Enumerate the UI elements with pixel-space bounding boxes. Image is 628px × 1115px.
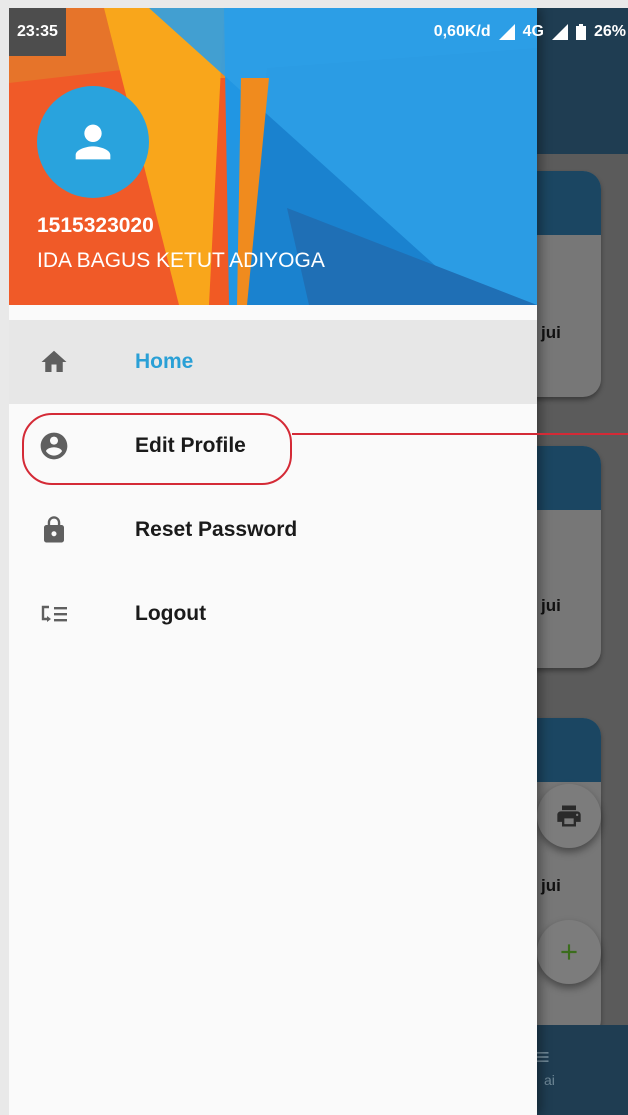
logout-icon [37, 597, 71, 631]
signal-icon [498, 24, 515, 40]
person-icon [75, 124, 111, 160]
card-status-text: jui [541, 596, 561, 615]
menu-item-label: Reset Password [135, 518, 298, 541]
print-button[interactable] [537, 784, 601, 848]
menu-item-label: Logout [135, 602, 207, 625]
battery-level: 26% [593, 23, 626, 40]
add-button[interactable] [537, 920, 601, 984]
status-indicators: 0,60K/d 4G 26% [434, 8, 626, 56]
menu-item-reset-password[interactable]: Reset Password [9, 488, 537, 572]
menu-item-home[interactable]: Home [9, 320, 537, 404]
highlight-callout [22, 413, 292, 485]
callout-pointer-line [292, 433, 628, 435]
home-icon [37, 345, 71, 379]
add-icon [561, 944, 577, 960]
screen: jui jui jui ai 1515323020 IDA BAGUS KETU… [9, 8, 628, 1115]
user-id: 1515323020 [37, 214, 154, 237]
signal-icon [551, 24, 568, 40]
battery-icon [575, 24, 586, 40]
user-name: IDA BAGUS KETUT ADIYOGA [37, 249, 325, 272]
avatar[interactable] [37, 86, 149, 198]
navigation-drawer: 1515323020 IDA BAGUS KETUT ADIYOGA Home … [9, 8, 537, 1115]
card-status-text: jui [541, 876, 561, 895]
drawer-menu: Home Edit Profile Reset Password Logout [9, 320, 537, 656]
menu-item-logout[interactable]: Logout [9, 572, 537, 656]
lock-icon [37, 513, 71, 547]
card-status-text: jui [541, 323, 561, 342]
bottom-nav-label[interactable]: ai [544, 1072, 555, 1088]
network-type: 4G [522, 23, 544, 40]
print-icon [557, 805, 581, 827]
menu-item-label: Home [135, 350, 194, 373]
status-time: 23:35 [9, 8, 66, 56]
network-speed: 0,60K/d [433, 23, 491, 40]
status-bar: 23:35 0,60K/d 4G 26% [9, 8, 628, 56]
